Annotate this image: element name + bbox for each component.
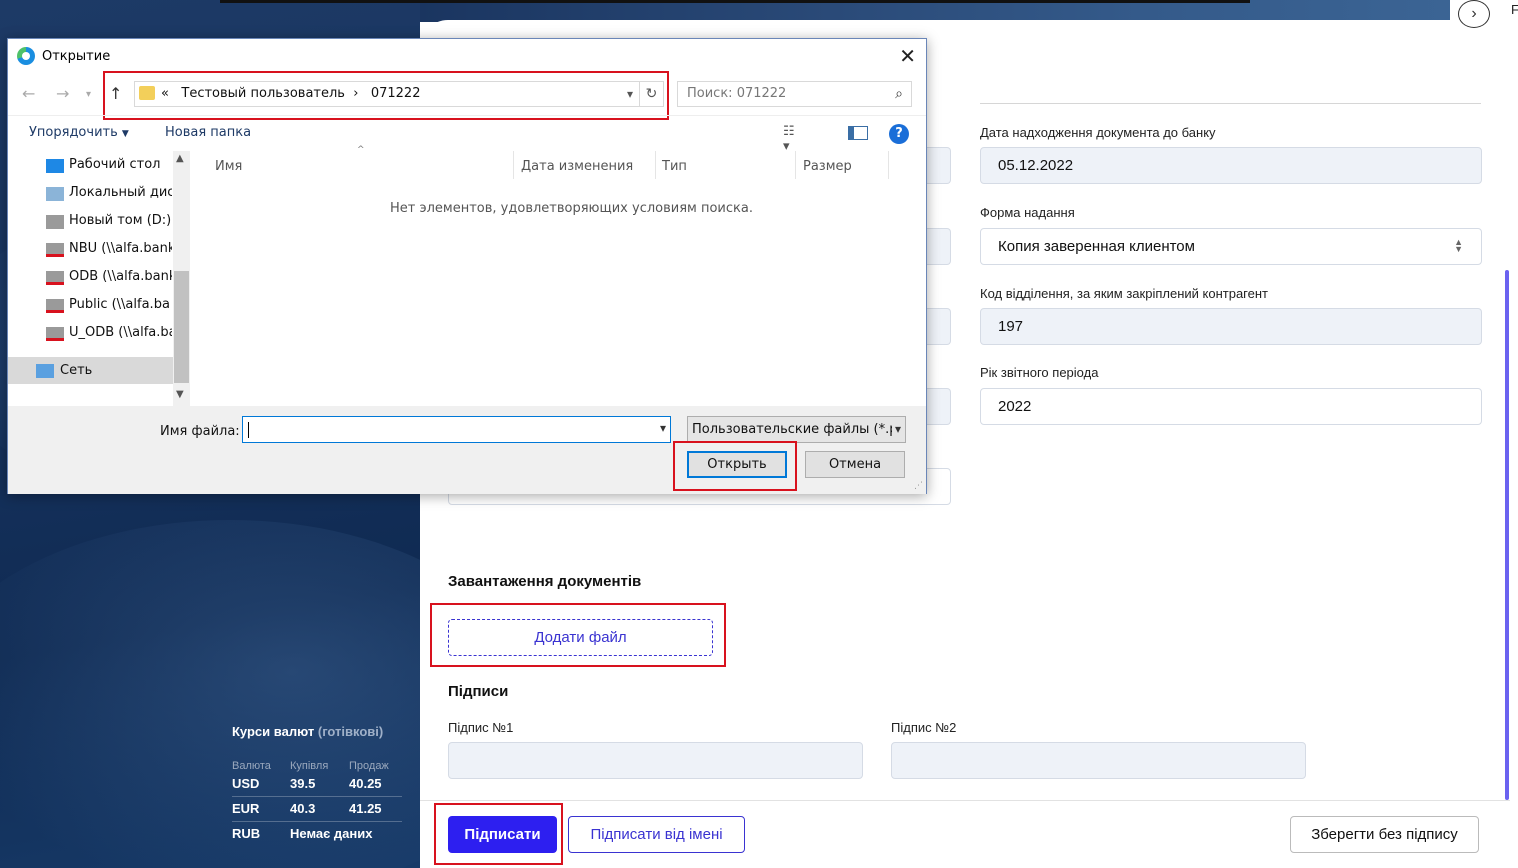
filename-input[interactable]: ▾: [242, 416, 671, 443]
nav-item-odb[interactable]: ODB (\\alfa.bank: [69, 269, 172, 284]
column-size[interactable]: Размер: [803, 159, 852, 174]
select-arrows-icon: ▲ ▼: [1454, 237, 1463, 254]
search-input[interactable]: Поиск: 071222 ⌕: [677, 81, 912, 107]
nav-item-nbu[interactable]: NBU (\\alfa.bank: [69, 241, 172, 256]
nav-scrollbar[interactable]: ▲ ▼: [173, 151, 190, 406]
scroll-up-icon[interactable]: ▲: [176, 153, 184, 164]
organize-menu[interactable]: Упорядочить ▼: [29, 125, 129, 140]
rates-row-rub: RUB Немає даних: [232, 826, 373, 841]
nav-item-new-volume[interactable]: Новый том (D:): [69, 213, 172, 228]
network-icon: [36, 364, 54, 378]
footer-divider: [420, 800, 1510, 801]
date-field[interactable]: 05.12.2022: [980, 147, 1482, 184]
sign-on-behalf-button[interactable]: Підписати від імені: [568, 816, 745, 853]
scroll-down-icon[interactable]: ▼: [176, 389, 184, 400]
network-drive-icon: [46, 243, 64, 257]
nav-item-network[interactable]: Сеть: [60, 363, 190, 378]
nav-item-local-disk[interactable]: Локальный дис: [69, 185, 172, 200]
chevron-down-icon: ▼: [121, 129, 129, 139]
new-folder-button[interactable]: Новая папка: [165, 125, 251, 140]
empty-message: Нет элементов, удовлетворяющих условиям …: [390, 201, 753, 216]
desktop-icon: [46, 159, 64, 173]
year-field[interactable]: 2022: [980, 388, 1482, 425]
form-select-value: Копия заверенная клиентом: [998, 238, 1195, 255]
network-drive-icon: [46, 299, 64, 313]
close-icon[interactable]: ✕: [899, 44, 916, 68]
chevron-right-icon[interactable]: ›: [1458, 0, 1490, 28]
column-type[interactable]: Тип: [662, 159, 687, 174]
highlight-box: [673, 441, 797, 491]
sign-button[interactable]: Підписати: [448, 816, 557, 853]
scroll-thumb[interactable]: [174, 271, 189, 383]
divider: [980, 103, 1481, 104]
sig1-label: Підпис №1: [448, 720, 514, 735]
rates-title: Курси валют (готівкові): [232, 724, 384, 739]
column-name[interactable]: Имя: [215, 159, 242, 174]
form-select[interactable]: Копия заверенная клиентом ▲ ▼: [980, 228, 1482, 265]
preview-pane-icon[interactable]: [848, 126, 868, 140]
help-icon[interactable]: ?: [889, 124, 909, 144]
edge-letter: F: [1511, 2, 1518, 17]
header-background: [220, 0, 1450, 22]
branch-field[interactable]: 197: [980, 308, 1482, 345]
drive-icon: [46, 187, 64, 201]
chevron-down-icon[interactable]: ▾: [660, 421, 666, 435]
date-label: Дата надходження документа до банку: [980, 125, 1216, 140]
back-arrow-icon[interactable]: ←: [22, 84, 35, 103]
sig2-label: Підпис №2: [891, 720, 957, 735]
file-type-select[interactable]: Пользовательские файлы (*.p ▾: [687, 416, 906, 443]
sig1-field[interactable]: [448, 742, 863, 779]
search-icon: ⌕: [895, 86, 903, 102]
save-without-sign-button[interactable]: Зберегти без підпису: [1290, 816, 1479, 853]
year-label: Рік звітного періода: [980, 365, 1099, 380]
highlight-box: [103, 71, 669, 120]
dialog-title: Открытие: [42, 49, 111, 64]
file-open-dialog: Открытие ✕ ← → ▾ ↑ « Тестовый пользовате…: [7, 38, 927, 494]
drive-icon: [46, 215, 64, 229]
network-drive-icon: [46, 327, 64, 341]
sort-arrow-icon: ^: [357, 145, 365, 155]
rates-row-usd: USD 39.5 40.25: [232, 772, 402, 797]
form-label: Форма надання: [980, 205, 1075, 220]
chevron-down-icon: ▾: [891, 417, 901, 442]
add-file-button[interactable]: Додати файл: [448, 619, 713, 656]
view-options-icon[interactable]: ☷ ▾: [783, 124, 803, 154]
nav-item-u-odb[interactable]: U_ODB (\\alfa.ba: [69, 325, 172, 340]
network-drive-icon: [46, 271, 64, 285]
cancel-button[interactable]: Отмена: [805, 451, 905, 478]
forward-arrow-icon[interactable]: →: [56, 84, 69, 103]
rates-header: Валюта Купівля Продаж: [232, 760, 389, 772]
uploads-title: Завантаження документів: [448, 573, 642, 590]
column-date-modified[interactable]: Дата изменения: [521, 159, 633, 174]
branch-label: Код відділення, за яким закріплений конт…: [980, 286, 1268, 301]
rates-row-eur: EUR 40.3 41.25: [232, 797, 402, 822]
sig2-field[interactable]: [891, 742, 1306, 779]
resize-grip-icon[interactable]: ⋰: [914, 481, 923, 491]
filename-label: Имя файла:: [160, 424, 240, 439]
recent-locations-icon[interactable]: ▾: [86, 89, 91, 100]
signatures-title: Підписи: [448, 683, 509, 700]
currency-rates: Курси валют (готівкові) Валюта Купівля П…: [232, 724, 402, 847]
edge-browser-icon: [17, 47, 35, 65]
nav-item-public[interactable]: Public (\\alfa.ba: [69, 297, 172, 312]
page-scrollbar[interactable]: [1505, 270, 1509, 800]
